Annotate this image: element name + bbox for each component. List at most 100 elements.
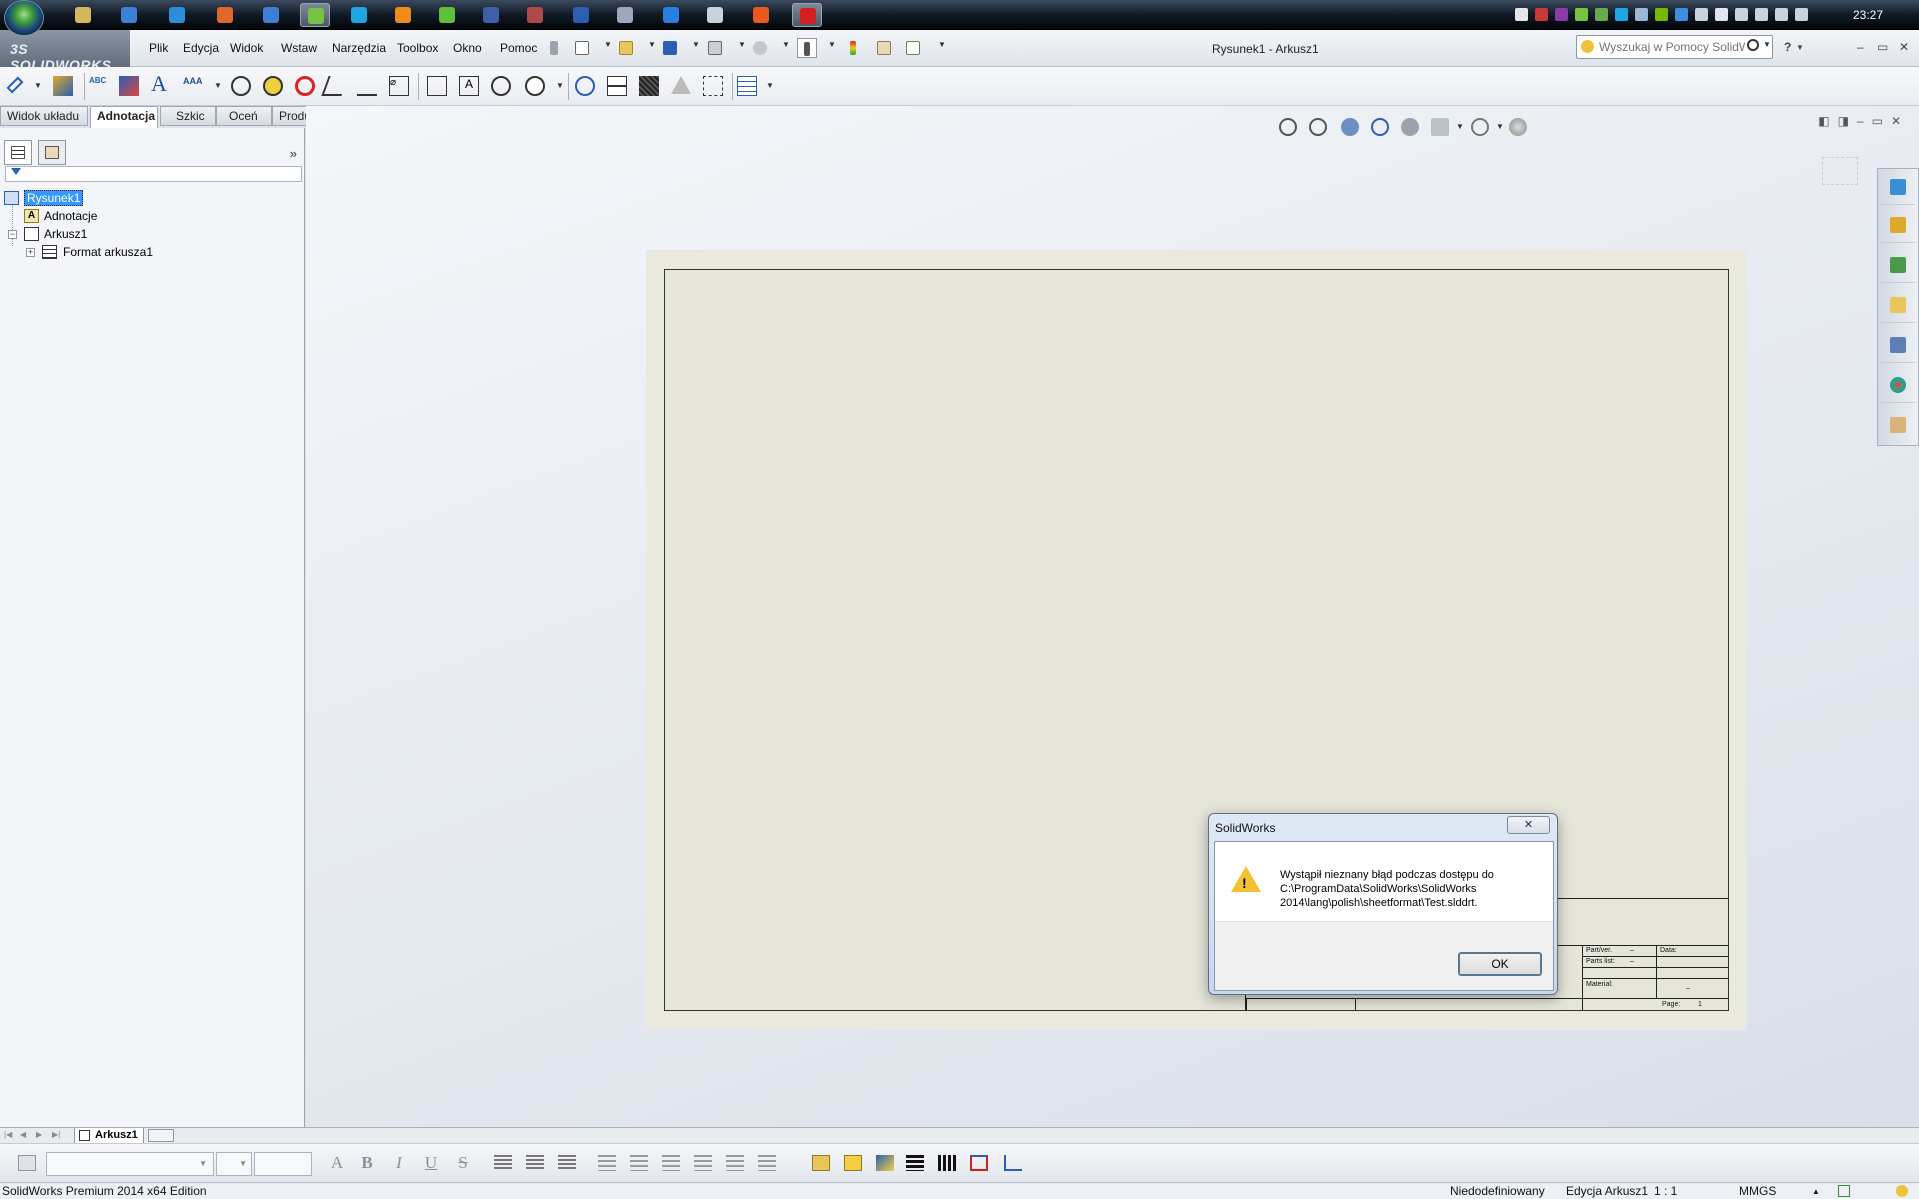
traffic-light-icon[interactable] [843, 38, 863, 58]
menu-okno[interactable]: Okno [453, 41, 482, 55]
select-dropdown-icon[interactable]: ▼ [828, 40, 836, 49]
tray-globe-icon[interactable] [1635, 8, 1648, 21]
menu-toolbox[interactable]: Toolbox [397, 41, 438, 55]
tray-network-icon[interactable] [1775, 8, 1788, 21]
open-dropdown-icon[interactable]: ▼ [648, 40, 656, 49]
taskbar-utorrent-button[interactable] [300, 3, 330, 27]
property-manager-tab-icon[interactable] [38, 140, 66, 165]
filter-icon[interactable] [11, 168, 21, 175]
view-palette-icon[interactable] [1881, 327, 1915, 363]
line-thickness-icon[interactable] [906, 1155, 924, 1171]
units-menu-icon[interactable]: ▲ [1812, 1187, 1820, 1196]
menu-wstaw[interactable]: Wstaw [281, 41, 317, 55]
dimension-dropdown-icon[interactable]: ▼ [34, 81, 42, 90]
hole-callout-icon[interactable]: ⌀ [386, 73, 412, 99]
menu-plik[interactable]: Plik [149, 41, 168, 55]
view-orientation-icon[interactable] [1428, 116, 1452, 138]
new-dropdown-icon[interactable]: ▼ [604, 40, 612, 49]
tray-skype-icon[interactable] [1615, 8, 1628, 21]
format-painter-icon[interactable] [116, 73, 142, 99]
tray-app-icon[interactable] [1595, 8, 1608, 21]
tray-onenote-icon[interactable] [1555, 8, 1568, 21]
help-search-input[interactable] [1599, 39, 1745, 55]
print-dropdown-icon[interactable]: ▼ [738, 40, 746, 49]
zoom-to-fit-icon[interactable] [1276, 116, 1300, 138]
save-icon[interactable] [660, 38, 680, 58]
auto-balloon-icon[interactable] [260, 73, 286, 99]
taskbar-flash-button[interactable] [656, 3, 686, 27]
solidworks-resources-icon[interactable] [1881, 169, 1915, 205]
pin-icon[interactable] [544, 38, 564, 58]
tray-keyboard-icon[interactable] [1695, 8, 1708, 21]
tree-filter[interactable] [5, 166, 302, 182]
weld-symbol-icon[interactable] [354, 73, 380, 99]
blocks-icon[interactable] [522, 73, 548, 99]
previous-view-icon[interactable] [1338, 116, 1362, 138]
undo-dropdown-icon[interactable]: ▼ [782, 40, 790, 49]
help-search-box[interactable]: ▼ [1576, 35, 1773, 59]
taskbar-browser-button[interactable] [256, 3, 286, 27]
expand-icon[interactable]: + [26, 248, 35, 257]
view-orientation-dropdown-icon[interactable]: ▼ [1456, 122, 1464, 131]
datum-target-icon[interactable] [488, 73, 514, 99]
font-size-select[interactable]: ▼ [216, 1152, 252, 1176]
hide-show-dropdown-icon[interactable]: ▼ [1496, 122, 1504, 131]
numbering-icon[interactable] [694, 1155, 712, 1171]
taskbar-origin-button[interactable] [746, 3, 776, 27]
hide-show-edges-icon[interactable] [970, 1155, 988, 1171]
align-right-icon[interactable] [558, 1155, 576, 1171]
tables-dropdown-icon[interactable]: ▼ [766, 81, 774, 90]
tray-flag-icon[interactable] [1735, 8, 1748, 21]
align-left-icon[interactable] [494, 1155, 512, 1171]
tray-cloud-icon[interactable] [1515, 8, 1528, 21]
home-icon[interactable] [1881, 207, 1915, 243]
options-icon[interactable] [903, 38, 923, 58]
align-center-icon[interactable] [526, 1155, 544, 1171]
font-dropdown-icon[interactable]: ▼ [199, 1159, 207, 1168]
surface-finish-icon[interactable] [321, 73, 349, 99]
tab-szkic[interactable]: Szkic [160, 106, 216, 126]
taskbar-ie-button[interactable] [162, 3, 192, 27]
taskbar-app-button[interactable] [476, 3, 506, 27]
close-icon[interactable]: ✕ [1899, 40, 1909, 54]
taskbar-steam-button[interactable] [700, 3, 730, 27]
ok-button[interactable]: OK [1458, 952, 1542, 976]
bullets-icon[interactable] [662, 1155, 680, 1171]
rotate-icon[interactable] [1368, 116, 1392, 138]
options-dropdown-icon[interactable]: ▼ [938, 40, 946, 49]
taskbar-firefox-button[interactable] [210, 3, 240, 27]
smart-dimension-icon[interactable] [4, 73, 30, 99]
units-status[interactable]: MMGS [1739, 1184, 1776, 1198]
last-sheet-icon[interactable]: ▶| [52, 1130, 63, 1141]
tab-widok-ukladu[interactable]: Widok układu [0, 106, 88, 126]
tab-adnotacja[interactable]: Adnotacja [90, 106, 158, 128]
font-select[interactable]: ▼ [46, 1152, 214, 1176]
datum-feature-icon[interactable]: A [456, 73, 482, 99]
menu-edycja[interactable]: Edycja [183, 41, 219, 55]
expand-panel-icon[interactable]: » [290, 146, 297, 161]
tray-torrent-icon[interactable] [1575, 8, 1588, 21]
area-hatch-icon[interactable] [636, 73, 662, 99]
tables-icon[interactable] [734, 73, 760, 99]
bold-icon[interactable]: B [356, 1153, 378, 1175]
menu-narzedzia[interactable]: Narzędzia [332, 41, 386, 55]
taskbar-chrome-button[interactable] [114, 3, 144, 27]
search-dropdown-icon[interactable]: ▼ [1763, 40, 1771, 49]
menu-pomoc[interactable]: Pomoc [500, 41, 537, 55]
dialog-close-button[interactable]: ✕ [1507, 816, 1550, 834]
increase-indent-icon[interactable] [758, 1155, 776, 1171]
layer-properties-icon[interactable] [812, 1155, 830, 1171]
start-button[interactable] [4, 0, 44, 36]
sheet-tab-arkusz1[interactable]: Arkusz1 [74, 1128, 144, 1144]
tab-ocen[interactable]: Oceń [216, 106, 272, 126]
prev-sheet-icon[interactable]: ◀ [20, 1130, 31, 1141]
clock[interactable]: 23:27 [1853, 8, 1883, 22]
appearances-scenes-icon[interactable] [1881, 367, 1915, 403]
centermark-icon[interactable] [572, 73, 598, 99]
help-dropdown-icon[interactable]: ▼ [1796, 43, 1804, 52]
italic-icon[interactable]: I [388, 1153, 410, 1175]
centerline-icon[interactable] [604, 73, 630, 99]
text-spacing-icon[interactable] [598, 1155, 616, 1171]
print-icon[interactable] [705, 38, 725, 58]
linear-note-pattern-icon[interactable]: AAA [180, 73, 206, 99]
